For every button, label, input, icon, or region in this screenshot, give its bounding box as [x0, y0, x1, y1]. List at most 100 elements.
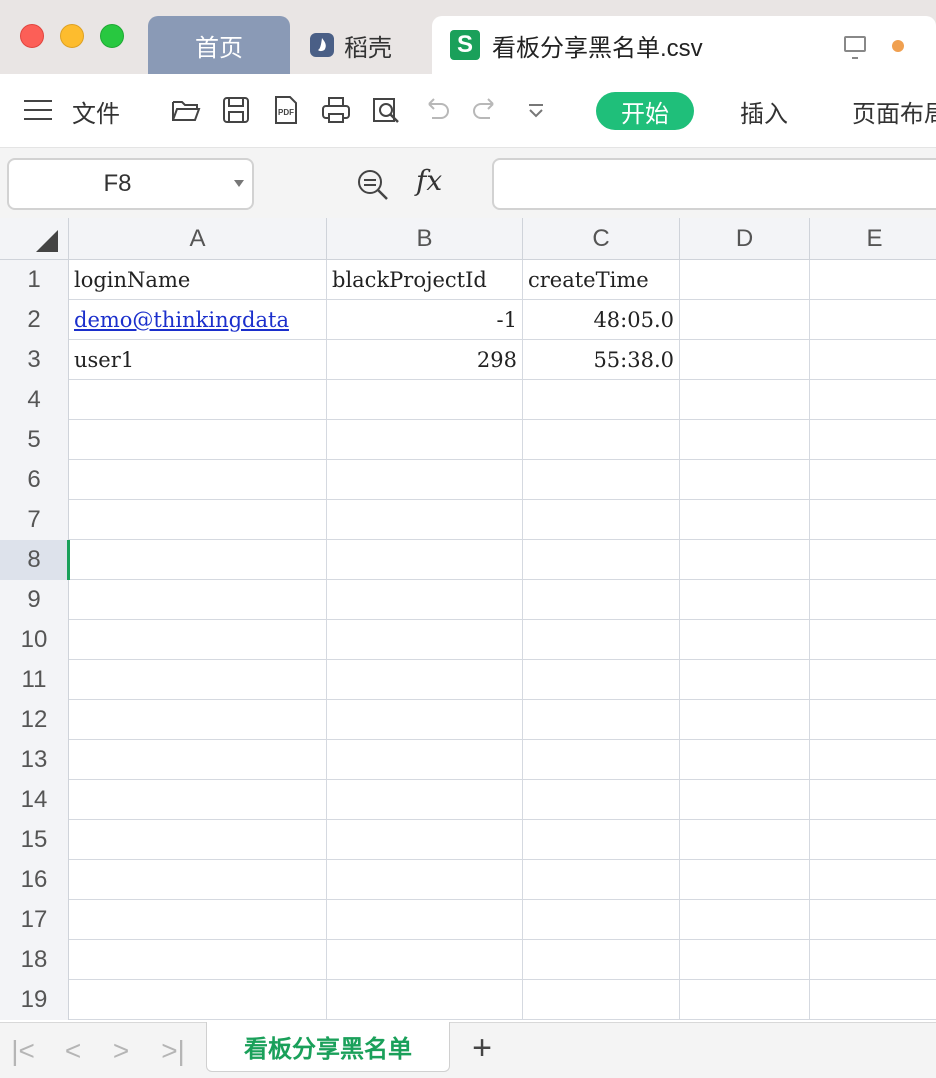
cell-b11[interactable]	[327, 660, 523, 700]
cell-d14[interactable]	[680, 780, 810, 820]
cell-c15[interactable]	[523, 820, 680, 860]
cell-a15[interactable]	[69, 820, 327, 860]
cell-c3[interactable]: 55:38.0	[523, 340, 680, 380]
cell-d18[interactable]	[680, 940, 810, 980]
cell-d12[interactable]	[680, 700, 810, 740]
menu-file[interactable]: 文件	[72, 94, 120, 129]
cell-b1[interactable]: blackProjectId	[327, 260, 523, 300]
cell-e2[interactable]	[810, 300, 936, 340]
row-header[interactable]: 19	[0, 980, 69, 1020]
cell-a7[interactable]	[69, 500, 327, 540]
cell-c16[interactable]	[523, 860, 680, 900]
row-header[interactable]: 9	[0, 580, 69, 620]
column-header-c[interactable]: C	[523, 218, 680, 260]
cell-b2[interactable]: -1	[327, 300, 523, 340]
cell-e14[interactable]	[810, 780, 936, 820]
cell-e11[interactable]	[810, 660, 936, 700]
column-header-e[interactable]: E	[810, 218, 936, 260]
cell-d2[interactable]	[680, 300, 810, 340]
cell-b16[interactable]	[327, 860, 523, 900]
row-header[interactable]: 12	[0, 700, 69, 740]
cell-a13[interactable]	[69, 740, 327, 780]
cell-c18[interactable]	[523, 940, 680, 980]
row-header[interactable]: 14	[0, 780, 69, 820]
tab-file[interactable]: S 看板分享黑名单.csv	[432, 16, 936, 74]
cell-a12[interactable]	[69, 700, 327, 740]
cell-c6[interactable]	[523, 460, 680, 500]
row-header[interactable]: 15	[0, 820, 69, 860]
cell-d6[interactable]	[680, 460, 810, 500]
row-header[interactable]: 2	[0, 300, 69, 340]
name-box[interactable]: F8	[7, 158, 254, 210]
cell-d15[interactable]	[680, 820, 810, 860]
row-header[interactable]: 10	[0, 620, 69, 660]
row-header[interactable]: 3	[0, 340, 69, 380]
cell-b9[interactable]	[327, 580, 523, 620]
cell-e9[interactable]	[810, 580, 936, 620]
cell-c7[interactable]	[523, 500, 680, 540]
cell-c1[interactable]: createTime	[523, 260, 680, 300]
minimize-window-button[interactable]	[60, 24, 84, 48]
cell-b13[interactable]	[327, 740, 523, 780]
cell-d11[interactable]	[680, 660, 810, 700]
cell-e3[interactable]	[810, 340, 936, 380]
more-dropdown-icon[interactable]	[520, 94, 552, 126]
cell-b12[interactable]	[327, 700, 523, 740]
cell-a19[interactable]	[69, 980, 327, 1020]
cell-b10[interactable]	[327, 620, 523, 660]
cell-a8[interactable]	[69, 540, 327, 580]
cell-b6[interactable]	[327, 460, 523, 500]
undo-icon[interactable]	[420, 94, 452, 126]
export-pdf-icon[interactable]: PDF	[270, 94, 302, 126]
cell-c5[interactable]	[523, 420, 680, 460]
cell-d4[interactable]	[680, 380, 810, 420]
cell-c4[interactable]	[523, 380, 680, 420]
cell-a10[interactable]	[69, 620, 327, 660]
cell-a6[interactable]	[69, 460, 327, 500]
column-header-d[interactable]: D	[680, 218, 810, 260]
cell-c8[interactable]	[523, 540, 680, 580]
cell-d10[interactable]	[680, 620, 810, 660]
cell-d1[interactable]	[680, 260, 810, 300]
cell-d3[interactable]	[680, 340, 810, 380]
row-header[interactable]: 6	[0, 460, 69, 500]
cell-a14[interactable]	[69, 780, 327, 820]
tab-home[interactable]: 首页	[148, 16, 290, 74]
cell-b8[interactable]	[327, 540, 523, 580]
menu-insert[interactable]: 插入	[740, 94, 788, 129]
cell-c14[interactable]	[523, 780, 680, 820]
cell-a5[interactable]	[69, 420, 327, 460]
cell-c9[interactable]	[523, 580, 680, 620]
cell-b17[interactable]	[327, 900, 523, 940]
print-icon[interactable]	[320, 94, 352, 126]
add-sheet-icon[interactable]: +	[466, 1029, 498, 1068]
cell-a2[interactable]: demo@thinkingdata	[69, 300, 327, 340]
cell-c2[interactable]: 48:05.0	[523, 300, 680, 340]
cell-b18[interactable]	[327, 940, 523, 980]
cell-c11[interactable]	[523, 660, 680, 700]
cell-a1[interactable]: loginName	[69, 260, 327, 300]
select-all-button[interactable]	[0, 218, 69, 260]
redo-icon[interactable]	[470, 94, 502, 126]
cell-d19[interactable]	[680, 980, 810, 1020]
chevron-down-icon[interactable]	[234, 180, 244, 187]
cell-d13[interactable]	[680, 740, 810, 780]
print-preview-icon[interactable]	[370, 94, 402, 126]
row-header[interactable]: 4	[0, 380, 69, 420]
formula-input[interactable]	[492, 158, 936, 210]
tab-daoke[interactable]: 稻壳	[300, 16, 426, 74]
row-header[interactable]: 11	[0, 660, 69, 700]
cell-e6[interactable]	[810, 460, 936, 500]
row-header[interactable]: 8	[0, 540, 70, 580]
row-header[interactable]: 18	[0, 940, 69, 980]
column-header-b[interactable]: B	[327, 218, 523, 260]
function-icon[interactable]: fx	[416, 164, 442, 197]
cell-c12[interactable]	[523, 700, 680, 740]
cell-d9[interactable]	[680, 580, 810, 620]
cell-b14[interactable]	[327, 780, 523, 820]
cell-a9[interactable]	[69, 580, 327, 620]
first-sheet-icon[interactable]: |<	[8, 1035, 38, 1067]
cell-b7[interactable]	[327, 500, 523, 540]
next-sheet-icon[interactable]: >	[106, 1035, 136, 1067]
menu-page-layout[interactable]: 页面布局	[852, 94, 936, 129]
